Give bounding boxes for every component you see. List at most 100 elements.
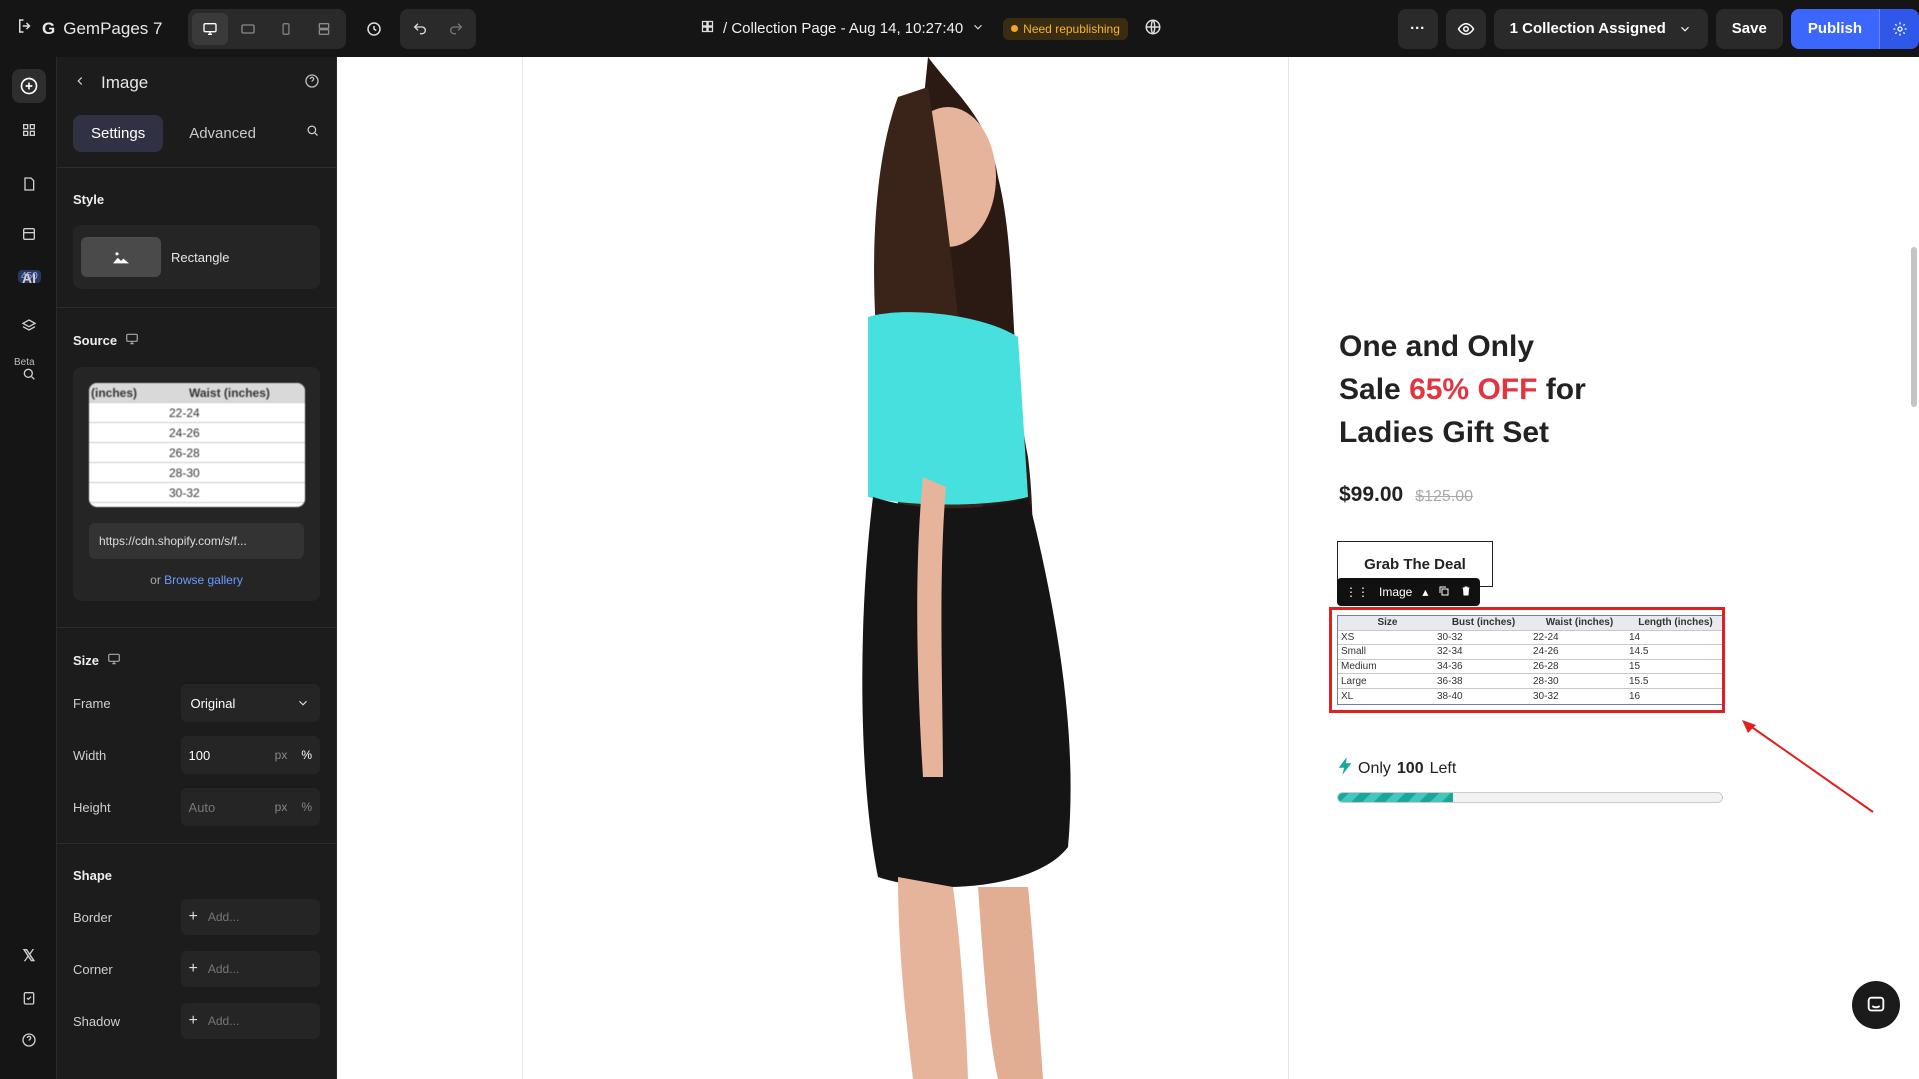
canvas-scrollbar[interactable] (1911, 247, 1917, 407)
stock-progress-bar (1337, 792, 1723, 803)
divider (57, 627, 336, 628)
plus-icon: + (188, 908, 198, 925)
unit-px-toggle[interactable]: px (275, 748, 288, 762)
mobile-view-icon[interactable] (268, 13, 304, 45)
preview-header-cell: Waist (inches) (189, 385, 270, 400)
preview-cell: 26-28 (169, 445, 200, 460)
brand[interactable]: G GemPages 7 (16, 17, 162, 40)
headline-line-3: Ladies Gift Set (1339, 416, 1550, 449)
help-circle-icon[interactable] (12, 1023, 46, 1057)
unit-px-toggle[interactable]: px (275, 800, 288, 814)
collection-assigned-dropdown[interactable]: 1 Collection Assigned (1493, 8, 1708, 49)
border-label: Border (73, 909, 113, 925)
drag-handle-icon[interactable]: ⋮⋮ (1345, 585, 1369, 599)
history-icon[interactable] (356, 11, 392, 47)
editor-canvas[interactable]: One and Only Sale 65% OFF for Ladies Gif… (338, 57, 1919, 1079)
layout-view-icon[interactable] (306, 13, 342, 45)
panel-tabs: Settings Advanced (73, 109, 320, 157)
shadow-label: Shadow (73, 1013, 120, 1029)
product-model-image[interactable] (698, 57, 1138, 1079)
redo-icon[interactable] (438, 11, 474, 47)
beta-feature-icon[interactable] (12, 357, 46, 391)
checklist-icon[interactable] (12, 981, 46, 1015)
page-title: / Collection Page - Aug 14, 10:27:40 (723, 20, 964, 37)
style-value: Rectangle (171, 249, 230, 265)
device-switcher (188, 8, 347, 49)
width-row: Width 100 px % (57, 735, 336, 775)
top-right-actions: ··· 1 Collection Assigned Save Publish (1397, 0, 1919, 57)
unit-percent-toggle[interactable]: % (301, 748, 312, 762)
border-add-field[interactable]: + Add... (180, 899, 320, 935)
source-section-title: Source (57, 332, 336, 349)
ai-icon[interactable]: AI (12, 261, 46, 295)
shape-section-title: Shape (57, 868, 336, 883)
status-dot-icon (1011, 25, 1019, 32)
toolbar-element-label[interactable]: Image (1379, 585, 1412, 599)
frame-select[interactable]: Original (180, 684, 320, 722)
undo-icon[interactable] (402, 11, 438, 47)
image-url-field[interactable]: https://cdn.shopify.com/s/f... (89, 523, 304, 559)
stock-progress-fill (1338, 793, 1454, 802)
library-icon[interactable] (12, 217, 46, 251)
corner-label: Corner (73, 961, 113, 977)
tab-advanced[interactable]: Advanced (171, 115, 274, 152)
corner-add-field[interactable]: + Add... (180, 951, 320, 987)
settings-panel: Image Settings Advanced Style Rectangle … (57, 57, 337, 1079)
browse-line: or Browse gallery (89, 573, 304, 587)
unit-percent-toggle[interactable]: % (301, 800, 312, 814)
source-image-preview[interactable]: (inches) Waist (inches) 22-24 24-26 26-2… (89, 383, 305, 507)
browse-gallery-link[interactable]: Browse gallery (164, 573, 243, 587)
chevron-down-icon (299, 700, 307, 706)
panel-title: Image (101, 73, 149, 92)
headline-text: for (1537, 373, 1586, 406)
help-icon[interactable] (304, 73, 320, 94)
gempages-logo-icon: G (42, 18, 56, 38)
shadow-add-text: Add... (207, 1014, 240, 1028)
frame-value: Original (190, 695, 236, 711)
highlight-annotation-box (1329, 607, 1725, 713)
x-brand-icon[interactable]: 𝕏 (12, 939, 46, 973)
search-icon[interactable] (305, 123, 320, 143)
laptop-view-icon[interactable] (230, 13, 266, 45)
desktop-view-icon[interactable] (192, 12, 229, 45)
product-headline[interactable]: One and Only Sale 65% OFF for Ladies Gif… (1339, 325, 1659, 454)
globe-icon[interactable] (1144, 18, 1162, 40)
preview-eye-icon[interactable] (1445, 8, 1486, 49)
back-chevron-icon[interactable] (73, 73, 87, 93)
publish-button[interactable]: Publish (1790, 8, 1879, 49)
preview-cell: 24-26 (169, 425, 200, 440)
shadow-row: Shadow + Add... (57, 1001, 336, 1041)
style-picker[interactable]: Rectangle (73, 225, 320, 289)
more-options-icon[interactable]: ··· (1397, 8, 1438, 49)
preview-cell: 28-30 (169, 465, 200, 480)
column-guide (1288, 57, 1289, 1079)
save-button[interactable]: Save (1715, 8, 1783, 49)
shadow-add-field[interactable]: + Add... (180, 1003, 320, 1039)
image-placeholder-icon (81, 237, 161, 277)
device-desktop-icon[interactable] (107, 652, 121, 669)
preview-row: 30-32 (89, 483, 305, 503)
image-element-toolbar: ⋮⋮ Image ▴ (1337, 578, 1481, 606)
style-title-text: Style (73, 192, 105, 207)
publish-settings-gear-icon[interactable] (1879, 8, 1919, 49)
frame-row: Frame Original (57, 683, 336, 723)
chat-support-button[interactable] (1852, 981, 1900, 1029)
frame-label: Frame (73, 695, 111, 711)
price-block[interactable]: $99.00 $125.00 (1339, 483, 1473, 507)
pages-icon[interactable] (12, 167, 46, 201)
duplicate-icon[interactable] (1438, 585, 1450, 600)
tab-settings[interactable]: Settings (73, 114, 164, 152)
sections-icon[interactable] (12, 113, 46, 147)
headline-discount: 65% OFF (1409, 373, 1538, 406)
delete-trash-icon[interactable] (1460, 585, 1472, 600)
add-element-icon[interactable] (12, 69, 46, 103)
source-title-text: Source (73, 333, 118, 348)
layers-icon[interactable] (12, 309, 46, 343)
exit-icon[interactable] (16, 17, 34, 40)
height-input[interactable]: Auto px % (180, 788, 320, 826)
caret-up-icon[interactable]: ▴ (1422, 585, 1428, 599)
page-title-selector[interactable]: / Collection Page - Aug 14, 10:27:40 Nee… (700, 0, 1162, 57)
width-input[interactable]: 100 px % (180, 736, 320, 774)
stock-prefix: Only (1358, 759, 1391, 777)
device-desktop-icon[interactable] (125, 332, 139, 349)
